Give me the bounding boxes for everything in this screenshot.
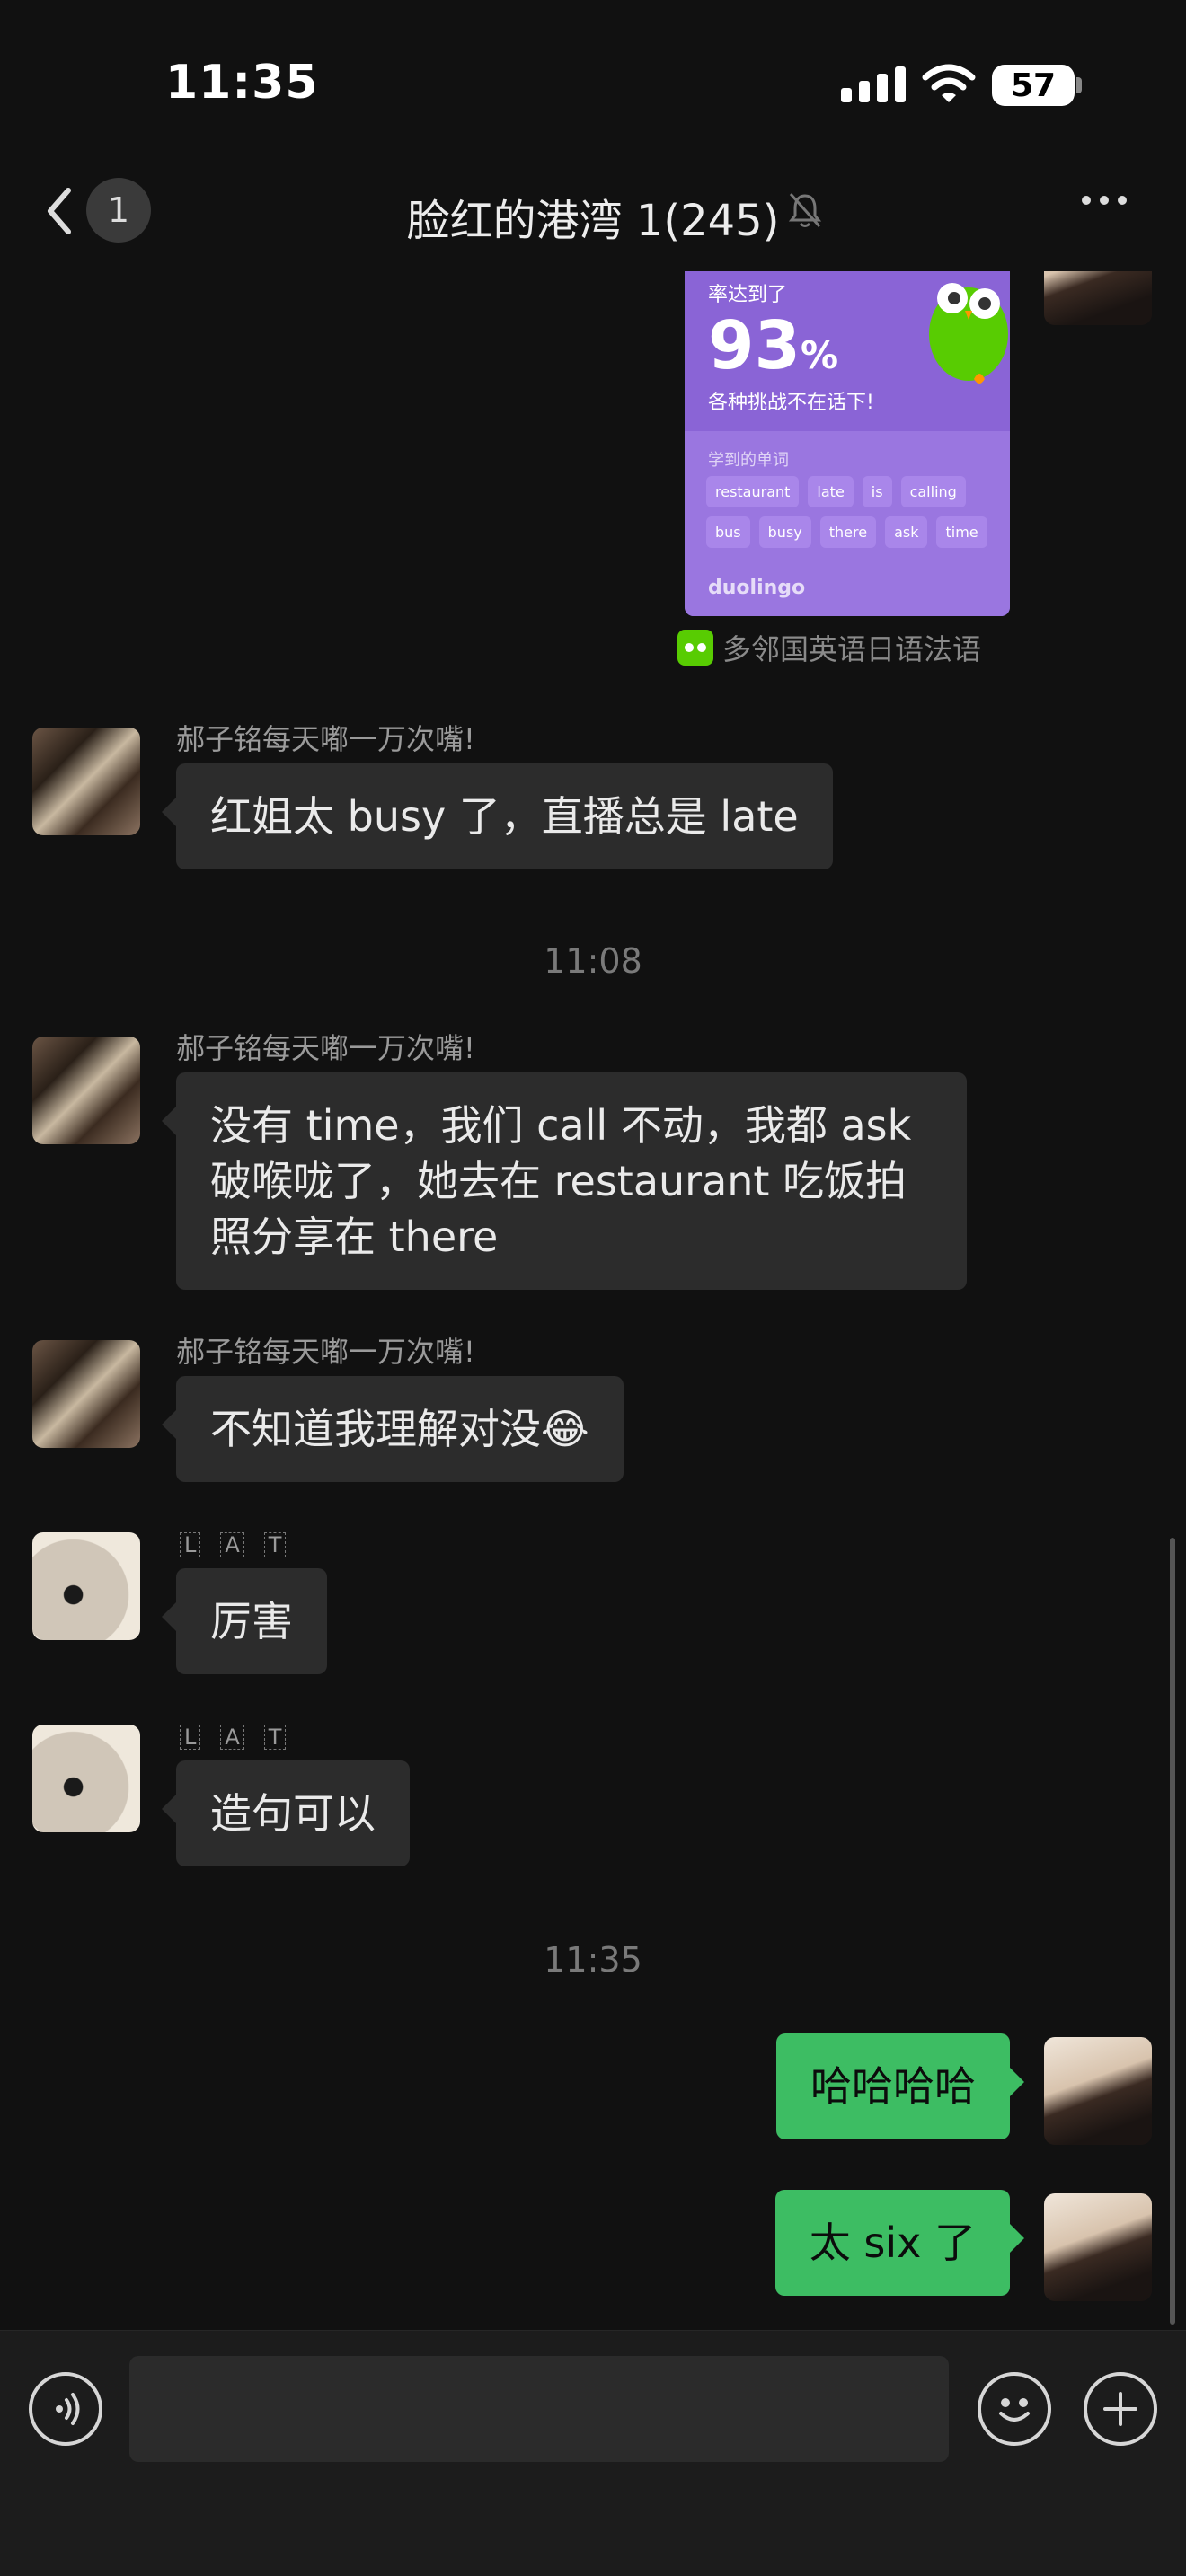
duolingo-app-icon [677,630,713,666]
mini-program-source[interactable]: 多邻国英语日语法语 [677,627,981,668]
emoji-icon[interactable] [978,2372,1051,2446]
duolingo-subtitle: 各种挑战不在话下! [708,392,874,414]
message-bubble[interactable]: 红姐太 busy 了，直播总是 late [162,763,833,869]
word-tag: is [862,476,892,507]
more-icon[interactable] [1082,196,1127,205]
status-time: 11:35 [165,56,319,110]
message-line: 照分享在 there [210,1213,499,1261]
duolingo-brand: duolingo [708,577,806,599]
chat-header: 1 脸红的港湾 1(245) [0,153,1186,269]
word-tag: time [936,516,987,548]
sender-avatar[interactable] [32,1532,140,1640]
duolingo-percent: 93% [708,307,839,384]
chat-title[interactable]: 脸红的港湾 1(245) [0,185,1186,248]
message-input[interactable] [129,2356,949,2462]
sender-avatar[interactable] [32,728,140,835]
word-tag: restaurant [706,476,800,507]
sender-name: 郝子铭每天嘟一万次嘴! [176,722,475,756]
message-bubble[interactable]: 没有 time，我们 call 不动，我都 ask 破喉咙了，她去在 resta… [162,1072,967,1290]
message-bubble[interactable]: 造句可以 [162,1760,410,1866]
my-message-bubble[interactable]: 哈哈哈哈 [776,2033,1024,2139]
scrollbar[interactable] [1170,1538,1175,2325]
my-message-bubble[interactable]: 太 six 了 [774,2190,1025,2296]
word-tag: calling [900,476,966,507]
my-avatar[interactable] [1044,2193,1152,2301]
timestamp: 11:08 [544,941,642,981]
word-tag: busy [758,516,811,548]
battery-level: 57 [992,65,1075,106]
message-list[interactable]: 率达到了 93% 各种挑战不在话下! 学到的单词 restaurant late… [0,271,1186,2330]
my-avatar[interactable] [1044,271,1152,325]
input-bar [0,2330,1186,2576]
message-bubble[interactable]: 不知道我理解对没😂 [162,1376,624,1482]
message-line: 破喉咙了，她去在 restaurant 吃饭拍 [210,1157,907,1205]
cellular-signal-icon [841,66,906,102]
mini-program-name: 多邻国英语日语法语 [722,632,982,666]
plus-icon[interactable] [1084,2372,1157,2446]
message-bubble[interactable]: 厉害 [162,1568,327,1674]
duolingo-owl-icon [929,283,1008,384]
sender-name-glyphs: L A T [180,1532,287,1557]
wifi-icon [922,64,976,102]
status-bar: 11:35 57 [0,0,1186,153]
battery-cap [1076,77,1082,93]
sender-name: 郝子铭每天嘟一万次嘴! [176,1031,475,1065]
word-tag: bus [706,516,750,548]
word-tag: there [819,516,877,548]
duolingo-share-card[interactable]: 率达到了 93% 各种挑战不在话下! 学到的单词 restaurant late… [685,271,1010,616]
duolingo-learned-label: 学到的单词 [708,451,789,470]
sender-avatar[interactable] [32,1037,140,1144]
sender-name-glyphs: L A T [180,1725,287,1750]
timestamp: 11:35 [544,1940,642,1980]
duolingo-top-text: 率达到了 [708,284,788,306]
duolingo-word-tags: restaurant late is calling bus busy ther… [706,476,994,548]
voice-icon[interactable] [29,2372,102,2446]
my-avatar[interactable] [1044,2037,1152,2145]
word-tag: ask [885,516,928,548]
sender-avatar[interactable] [32,1340,140,1448]
message-line: 没有 time，我们 call 不动，我都 ask [210,1101,912,1150]
mute-bell-icon [788,193,822,227]
sender-avatar[interactable] [32,1725,140,1832]
word-tag: late [808,476,854,507]
sender-name: 郝子铭每天嘟一万次嘴! [176,1335,475,1369]
